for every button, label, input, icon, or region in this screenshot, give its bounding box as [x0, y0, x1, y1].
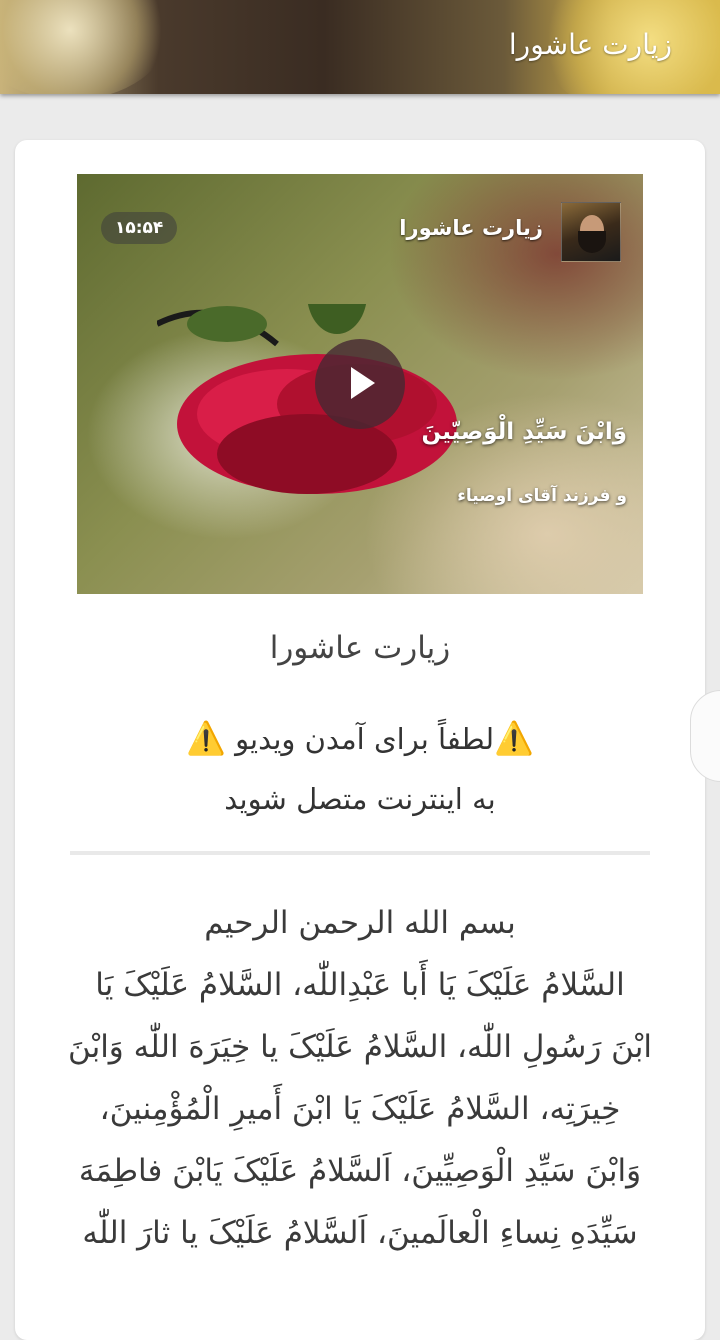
app-bar: زیارت عاشورا: [0, 0, 720, 94]
avatar-beard: [578, 231, 606, 253]
video-title: زیارت عاشورا: [399, 216, 543, 240]
video-caption-persian: و فرزند آقای اوصیاء: [457, 486, 627, 506]
text-line: وَابْنَ سَیِّدِ الْوَصِیِّینَ، اَلسَّلام…: [78, 1153, 642, 1189]
section-heading: زیارت عاشورا: [269, 630, 451, 666]
content-card: ۱۵:۵۴ زیارت عاشورا وَابْنَ سَیِّدِ الْوَ…: [15, 140, 705, 1340]
video-player[interactable]: ۱۵:۵۴ زیارت عاشورا وَابْنَ سَیِّدِ الْوَ…: [77, 174, 643, 594]
appbar-background-blur-left: [0, 0, 170, 94]
divider: [70, 851, 650, 855]
notice-line-2: به اینترنت متصل شوید: [224, 782, 496, 816]
video-caption-arabic: وَابْنَ سَیِّدِ الْوَصِیّینَ: [421, 419, 627, 445]
rose-image: [157, 304, 457, 494]
scroll-handle[interactable]: [690, 690, 720, 782]
warning-icon: ⚠️: [494, 719, 534, 757]
notice-line-1: لطفاً برای آمدن ویدیو: [235, 722, 495, 756]
text-line: ابْنَ رَسُولِ اللّٰه، السَّلامُ عَلَیْکَ…: [67, 1029, 653, 1065]
text-line: سَیِّدَهِ نِساءِ الْعالَمینَ، اَلسَّلامُ…: [82, 1215, 638, 1251]
channel-avatar: [561, 202, 621, 262]
video-duration: ۱۵:۵۴: [101, 212, 178, 244]
connection-notice: ⚠️لطفاً برای آمدن ویدیو ⚠️ به اینترنت مت…: [15, 708, 705, 829]
text-line: خِیرَتِه، السَّلامُ عَلَیْکَ یَا ابْنَ أ…: [99, 1091, 621, 1127]
text-line: بسم الله الرحمن الرحیم: [204, 905, 516, 941]
text-line: السَّلامُ عَلَیْکَ یَا أَبا عَبْدِاللّٰه…: [95, 967, 625, 1003]
play-button-icon[interactable]: [315, 339, 405, 429]
warning-icon: ⚠️: [186, 719, 226, 757]
appbar-title: زیارت عاشورا: [508, 28, 672, 61]
ziyarat-text: بسم الله الرحمن الرحیم السَّلامُ عَلَیْک…: [65, 892, 655, 1264]
